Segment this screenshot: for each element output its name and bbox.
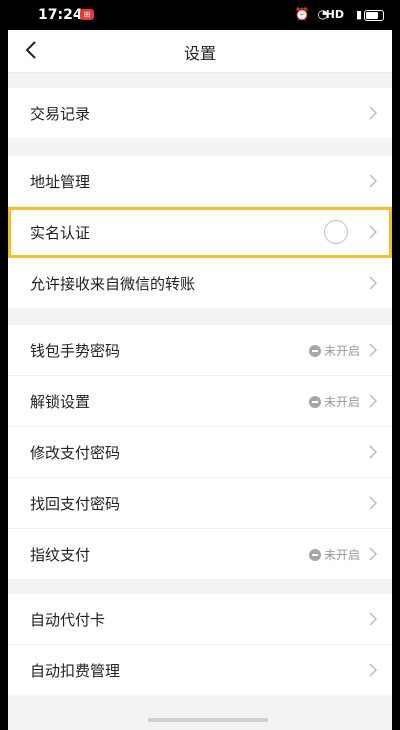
row-address-management[interactable]: 地址管理	[8, 156, 392, 207]
chevron-right-icon	[369, 394, 378, 408]
chevron-right-icon	[369, 276, 378, 290]
row-label: 实名认证	[30, 224, 91, 242]
row-fingerprint-payment[interactable]: 指纹支付 未开启	[8, 529, 392, 579]
group-security: 钱包手势密码 未开启 解锁设置 未开启 修改支付密码 找回支付密码 指纹支付 未…	[8, 325, 392, 579]
chevron-right-icon	[369, 225, 378, 239]
row-label: 地址管理	[30, 173, 91, 191]
status-text: 未开启	[323, 548, 360, 562]
row-label: 解锁设置	[30, 393, 91, 411]
loading-circle-icon	[324, 220, 348, 244]
lock-icon	[308, 344, 321, 357]
status-tag: 未开启	[308, 342, 360, 359]
status-text: 未开启	[323, 344, 360, 358]
row-label: 自动代付卡	[30, 611, 106, 629]
lock-icon	[308, 548, 321, 561]
row-change-payment-password[interactable]: 修改支付密码	[8, 427, 392, 478]
row-recover-payment-password[interactable]: 找回支付密码	[8, 478, 392, 529]
chevron-right-icon	[369, 106, 378, 120]
group-account: 地址管理 实名认证 允许接收来自微信的转账	[8, 156, 392, 308]
network-type: HD	[325, 8, 344, 21]
signal-icon: ▮	[355, 8, 362, 21]
group-transactions: 交易记录	[8, 88, 392, 138]
row-label: 找回支付密码	[30, 495, 121, 513]
status-time: 17:24	[38, 7, 83, 23]
settings-screen: 17:24 ⊞ ⏰ ◔ HD ▮ 设置 交易记录 地址管理 实名认证 允许接收来…	[8, 0, 392, 730]
row-gesture-password[interactable]: 钱包手势密码 未开启	[8, 325, 392, 376]
battery-icon	[364, 10, 384, 21]
row-label: 自动扣费管理	[30, 662, 121, 680]
row-label: 修改支付密码	[30, 444, 121, 462]
row-real-name-verification[interactable]: 实名认证	[8, 207, 392, 258]
row-label: 指纹支付	[30, 546, 91, 564]
notification-icon: ⊞	[80, 9, 94, 20]
status-tag: 未开启	[308, 393, 360, 410]
group-auto-payment: 自动代付卡 自动扣费管理	[8, 594, 392, 695]
row-unlock-settings[interactable]: 解锁设置 未开启	[8, 376, 392, 427]
chevron-right-icon	[369, 445, 378, 459]
row-label: 允许接收来自微信的转账	[30, 275, 196, 293]
nav-header: 设置	[8, 30, 392, 73]
status-bar: 17:24 ⊞ ⏰ ◔ HD ▮	[8, 0, 392, 30]
chevron-right-icon	[369, 174, 378, 188]
row-label: 钱包手势密码	[30, 342, 121, 360]
status-text: 未开启	[323, 395, 360, 409]
row-auto-payment-card[interactable]: 自动代付卡	[8, 594, 392, 645]
row-transaction-records[interactable]: 交易记录	[8, 88, 392, 138]
chevron-right-icon	[369, 612, 378, 626]
row-auto-deduction-management[interactable]: 自动扣费管理	[8, 645, 392, 695]
row-wechat-transfer[interactable]: 允许接收来自微信的转账	[8, 258, 392, 308]
chevron-right-icon	[369, 547, 378, 561]
chevron-right-icon	[369, 663, 378, 677]
lock-icon	[308, 395, 321, 408]
home-indicator[interactable]	[148, 718, 268, 722]
status-tag: 未开启	[308, 546, 360, 563]
row-label: 交易记录	[30, 105, 91, 123]
chevron-right-icon	[369, 496, 378, 510]
page-title: 设置	[183, 44, 216, 63]
chevron-right-icon	[369, 343, 378, 357]
